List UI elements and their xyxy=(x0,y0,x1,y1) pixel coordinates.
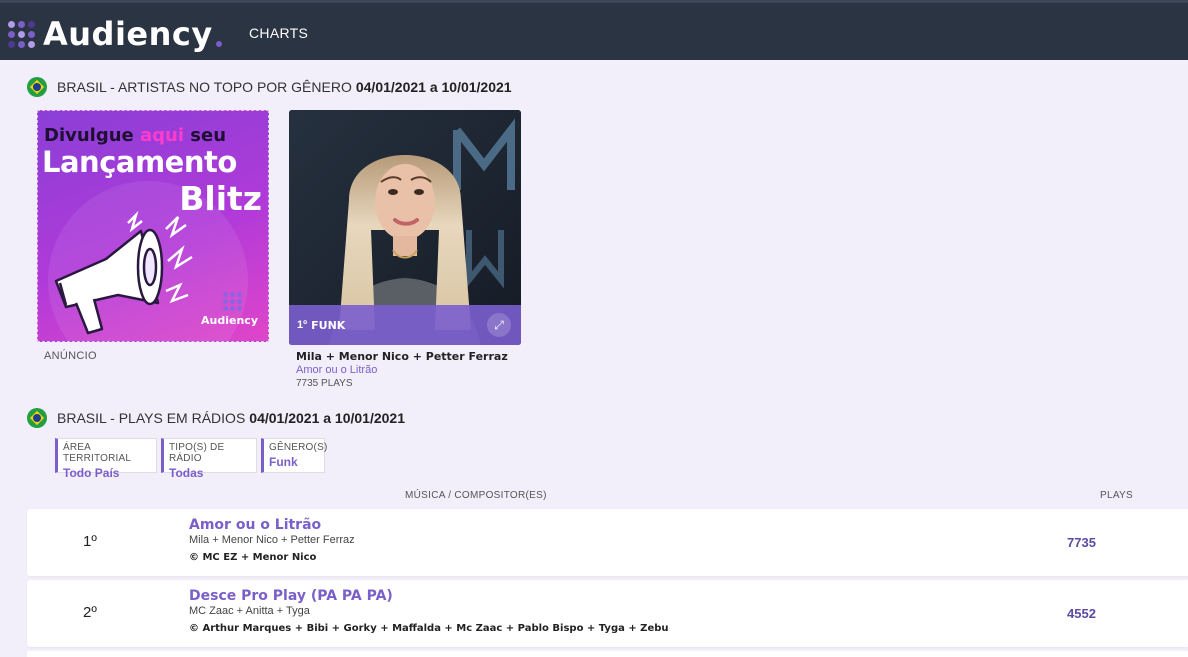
row-song-composers: © Arthur Marques + Bibi + Gorky + Maffal… xyxy=(189,623,669,634)
artist-genre: FUNK xyxy=(311,318,346,332)
row-rank: 2º xyxy=(83,604,97,621)
column-header-plays: PLAYS xyxy=(1100,490,1133,501)
table-row-partial xyxy=(27,651,1188,657)
section-title-text: BRASIL - ARTISTAS NO TOPO POR GÊNERO xyxy=(57,79,352,95)
logo-text: Audiency xyxy=(43,15,213,53)
megaphone-icon xyxy=(54,211,193,335)
expand-button[interactable]: ⤢ xyxy=(487,313,511,337)
filter-label: TIPO(S) DE RÁDIO xyxy=(169,442,225,464)
ad-banner[interactable]: Divulgue aqui seu Lançamento Blitz Audie… xyxy=(37,110,269,342)
filter-area[interactable]: ÁREA TERRITORIAL Todo País xyxy=(55,438,157,480)
filters-bar: ÁREA TERRITORIAL Todo País TIPO(S) DE RÁ… xyxy=(55,438,328,480)
nav-charts-link[interactable]: CHARTS xyxy=(249,25,308,41)
filter-value: Todo País xyxy=(63,466,120,480)
column-header-music: MÚSICA / COMPOSITOR(ES) xyxy=(405,490,547,501)
artist-rank: 1º xyxy=(297,319,308,331)
artist-names[interactable]: Mila + Menor Nico + Petter Ferraz xyxy=(296,350,508,363)
section-title-top-artists: BRASIL - ARTISTAS NO TOPO POR GÊNERO 04/… xyxy=(27,77,512,97)
section-date-range: 04/01/2021 a 10/01/2021 xyxy=(355,79,512,95)
ad-headline-2: Lançamento xyxy=(42,145,237,179)
row-plays: 4552 xyxy=(1067,606,1096,621)
ad-label: ANÚNCIO xyxy=(44,350,97,362)
logo-dot-icon xyxy=(215,41,222,47)
table-row[interactable]: 1º Amor ou o Litrão Mila + Menor Nico + … xyxy=(27,509,1188,576)
section-title-text: BRASIL - PLAYS EM RÁDIOS xyxy=(57,410,246,426)
top-navbar: Audiency CHARTS xyxy=(0,0,1188,60)
row-song-artists: Mila + Menor Nico + Petter Ferraz xyxy=(189,534,355,546)
artist-song-link[interactable]: Amor ou o Litrão xyxy=(296,364,377,376)
filter-label: GÊNERO(S) xyxy=(269,442,328,453)
brazil-flag-icon xyxy=(27,77,47,97)
section-date-range: 04/01/2021 a 10/01/2021 xyxy=(249,410,405,426)
audiency-logo[interactable]: Audiency xyxy=(8,15,222,53)
top-artist-card[interactable]: 1º FUNK ⤢ xyxy=(289,110,521,345)
filter-value: Todas xyxy=(169,466,204,480)
filter-value: Funk xyxy=(269,455,298,469)
filter-radio-type[interactable]: TIPO(S) DE RÁDIO Todas xyxy=(161,438,257,480)
logo-dots-icon xyxy=(8,20,35,48)
ad-headline-1: Divulgue aqui seu xyxy=(44,125,227,146)
row-song-composers: © MC EZ + Menor Nico xyxy=(189,552,317,563)
table-row[interactable]: 2º Desce Pro Play (PA PA PA) MC Zaac + A… xyxy=(27,580,1188,647)
brazil-flag-icon xyxy=(27,408,47,428)
row-song-title[interactable]: Desce Pro Play (PA PA PA) xyxy=(189,588,393,604)
row-rank: 1º xyxy=(83,533,97,550)
ad-brand-dots-icon xyxy=(223,292,242,311)
row-plays: 7735 xyxy=(1067,535,1096,550)
section-title-radio-plays: BRASIL - PLAYS EM RÁDIOS 04/01/2021 a 10… xyxy=(27,408,405,428)
filter-label: ÁREA TERRITORIAL xyxy=(63,442,132,464)
filter-genre[interactable]: GÊNERO(S) Funk xyxy=(261,438,328,473)
expand-icon: ⤢ xyxy=(494,317,504,332)
ad-brand: Audiency xyxy=(201,314,258,327)
artist-plays: 7735 PLAYS xyxy=(296,378,353,389)
row-song-artists: MC Zaac + Anitta + Tyga xyxy=(189,605,310,617)
row-song-title[interactable]: Amor ou o Litrão xyxy=(189,517,321,533)
